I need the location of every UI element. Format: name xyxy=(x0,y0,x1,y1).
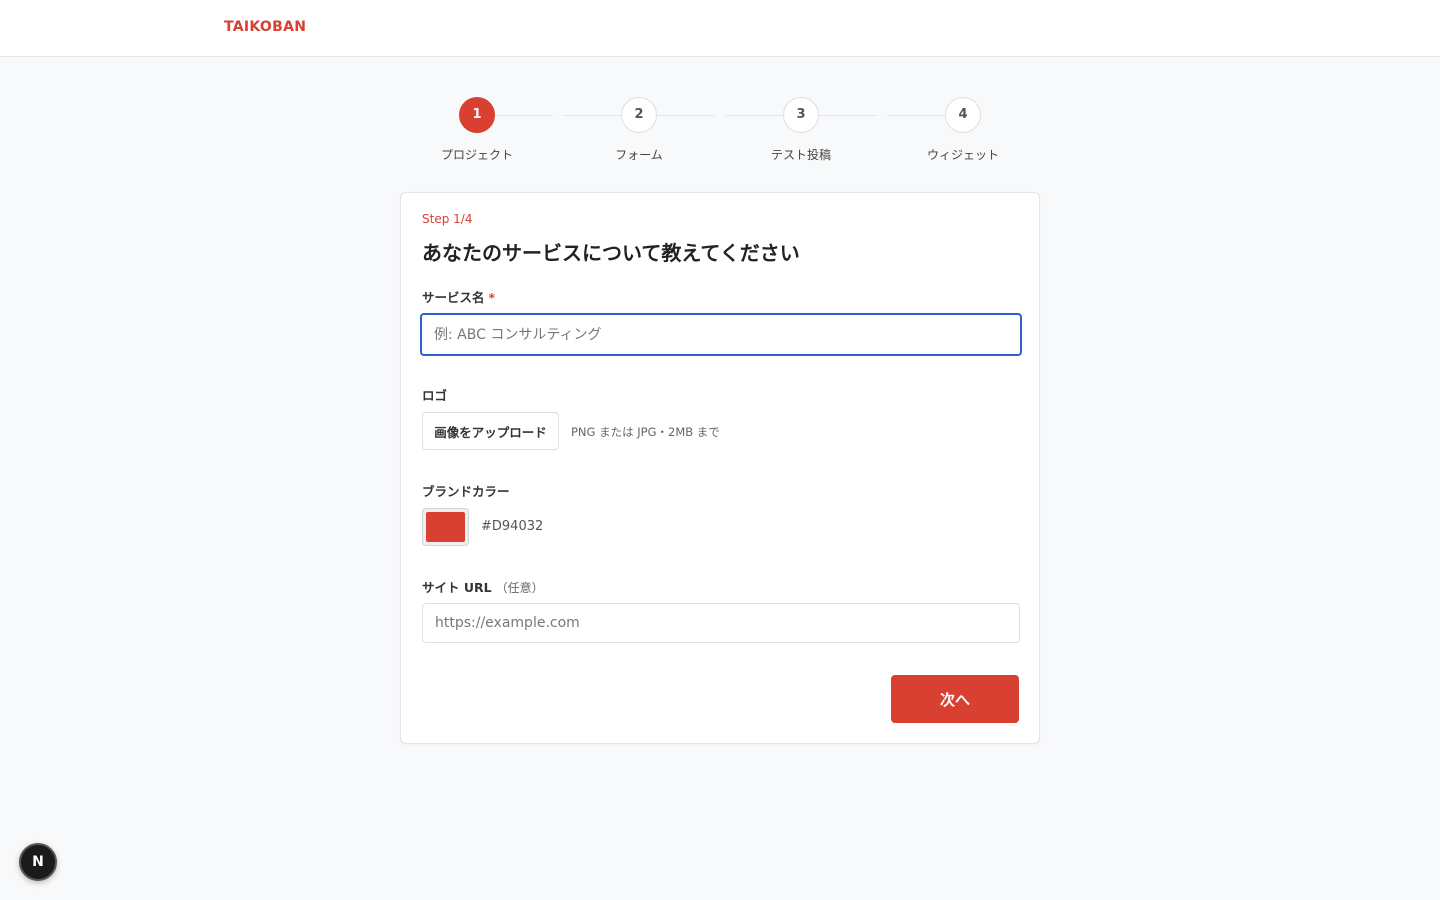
service-name-label: サービス名 * xyxy=(422,287,495,306)
service-name-label-text: サービス名 xyxy=(422,290,485,305)
site-url-label: サイト URL （任意） xyxy=(422,577,544,596)
brand-color-picker[interactable] xyxy=(422,508,469,546)
step-label: テスト投稿 xyxy=(770,148,831,162)
step-number: 4 xyxy=(945,97,981,133)
next-button[interactable]: 次へ xyxy=(891,675,1019,723)
brand-logo[interactable]: TAIKOBAN xyxy=(224,19,306,35)
project-setup-card: Step 1/4 あなたのサービスについて教えてください サービス名* ロゴ 画… xyxy=(400,192,1040,744)
site-url-label-text: サイト URL xyxy=(422,580,492,595)
brand-color-label: ブランドカラー xyxy=(422,484,510,499)
step-label: フォーム xyxy=(615,148,663,162)
top-navigation-bar: TAIKOBAN xyxy=(0,0,1440,57)
step-number: 1 xyxy=(459,97,495,133)
site-url-input[interactable] xyxy=(422,603,1020,643)
upload-image-button[interactable]: 画像をアップロード xyxy=(422,412,559,450)
required-mark: * xyxy=(488,290,496,305)
step-widget: 4 ウィジェット xyxy=(903,97,1023,163)
optional-note: （任意） xyxy=(495,581,544,595)
step-number: 3 xyxy=(783,97,819,133)
step-form: 2 フォーム xyxy=(579,97,699,163)
logo-label: ロゴ xyxy=(422,388,448,403)
service-name-input[interactable] xyxy=(420,313,1022,356)
color-swatch-fill xyxy=(426,512,465,542)
brand-color-hex: #D94032 xyxy=(481,519,544,534)
step-label: プロジェクト xyxy=(440,148,513,162)
upload-hint: PNG または JPG・2MB まで xyxy=(571,425,720,439)
step-counter: Step 1/4 xyxy=(422,212,473,226)
step-test-post: 3 テスト投稿 xyxy=(741,97,861,163)
step-number: 2 xyxy=(621,97,657,133)
step-label: ウィジェット xyxy=(926,148,999,162)
progress-stepper: 1 プロジェクト 2 フォーム 3 テスト投稿 4 ウィジェット xyxy=(0,97,1440,167)
step-project: 1 プロジェクト xyxy=(417,97,537,163)
dev-tools-badge[interactable]: N xyxy=(19,843,57,881)
page-title: あなたのサービスについて教えてください xyxy=(422,241,800,265)
